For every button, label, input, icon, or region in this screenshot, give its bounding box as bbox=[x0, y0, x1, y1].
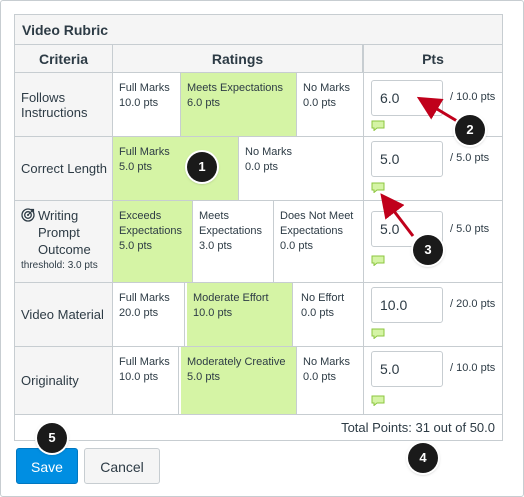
criteria-header: Criteria bbox=[15, 45, 113, 73]
rating-no-marks[interactable]: No Marks 0.0 pts bbox=[297, 73, 363, 136]
points-max: / 5.0 pts bbox=[450, 223, 490, 235]
rating-label: Meets Expectations bbox=[187, 82, 283, 94]
target-icon bbox=[21, 208, 35, 222]
rating-meets-expectations[interactable]: Meets Expectations 6.0 pts bbox=[181, 73, 297, 136]
header-row: Criteria Ratings Pts bbox=[15, 45, 502, 73]
rating-label: No Marks bbox=[245, 146, 293, 158]
rating-points: 20.0 pts bbox=[119, 307, 159, 319]
rating-label: No Marks bbox=[303, 356, 351, 368]
rating-points: 5.0 pts bbox=[187, 371, 221, 383]
rating-points: 0.0 pts bbox=[245, 161, 279, 173]
criteria-label: Follows Instructions bbox=[21, 89, 88, 120]
callout-badge-1: 1 bbox=[187, 152, 217, 182]
rating-label: Full Marks bbox=[119, 292, 170, 304]
rating-label: Full Marks bbox=[119, 82, 170, 94]
rating-points: 10.0 pts bbox=[193, 307, 233, 319]
rating-points: 3.0 pts bbox=[199, 240, 233, 252]
rating-no-marks[interactable]: No Marks 0.0 pts bbox=[239, 137, 363, 200]
comment-icon[interactable] bbox=[371, 182, 385, 193]
rating-no-effort[interactable]: No Effort 0.0 pts bbox=[295, 283, 363, 346]
points-max: / 5.0 pts bbox=[450, 152, 490, 164]
rating-points: 0.0 pts bbox=[303, 371, 337, 383]
rating-full-marks[interactable]: Full Marks 20.0 pts bbox=[113, 283, 185, 346]
rubric-row-originality: Originality Full Marks 10.0 pts Moderate… bbox=[15, 347, 502, 415]
rubric-title: Video Rubric bbox=[15, 15, 502, 45]
points-input[interactable]: 6.0 bbox=[371, 80, 443, 116]
criteria-label: Video Material bbox=[21, 307, 104, 322]
rating-does-not-meet-expectations[interactable]: Does Not Meet Expectations 0.0 pts bbox=[274, 201, 363, 282]
rating-label: No Marks bbox=[303, 82, 351, 94]
points-input[interactable]: 10.0 bbox=[371, 287, 443, 323]
rating-label: Full Marks bbox=[119, 146, 170, 158]
rating-label: Moderately Creative bbox=[187, 356, 286, 368]
threshold-label: threshold: 3.0 pts bbox=[21, 260, 98, 271]
rubric-row-video-material: Video Material Full Marks 20.0 pts Moder… bbox=[15, 283, 502, 347]
rating-label: Does Not Meet Expectations bbox=[280, 210, 354, 237]
points-input[interactable]: 5.0 bbox=[371, 351, 443, 387]
points-input[interactable]: 5.0 bbox=[371, 141, 443, 177]
criteria-cell: Writing Prompt Outcome threshold: 3.0 pt… bbox=[15, 201, 113, 282]
rating-label: Full Marks bbox=[119, 356, 170, 368]
rating-points: 10.0 pts bbox=[119, 97, 159, 109]
callout-badge-3: 3 bbox=[413, 235, 443, 265]
criteria-title-line: Writing Prompt Outcome bbox=[21, 207, 112, 258]
total-points: Total Points: 31 out of 50.0 bbox=[341, 420, 495, 435]
rating-points: 0.0 pts bbox=[280, 240, 314, 252]
rubric-table: Video Rubric Criteria Ratings Pts Follow… bbox=[14, 14, 503, 441]
criteria-cell: Originality bbox=[15, 347, 113, 414]
criteria-label: Originality bbox=[21, 373, 79, 388]
comment-icon[interactable] bbox=[371, 255, 385, 266]
rating-moderately-creative[interactable]: Moderately Creative 5.0 pts bbox=[181, 347, 297, 414]
points-max: / 10.0 pts bbox=[450, 91, 496, 103]
rating-points: 0.0 pts bbox=[301, 307, 335, 319]
criteria-cell: Video Material bbox=[15, 283, 113, 346]
rating-full-marks[interactable]: Full Marks 5.0 pts bbox=[113, 137, 239, 200]
pts-cell: 10.0 / 20.0 pts bbox=[363, 283, 502, 346]
criteria-cell: Correct Length bbox=[15, 137, 113, 200]
comment-icon[interactable] bbox=[371, 395, 385, 406]
save-button[interactable]: Save bbox=[16, 448, 78, 484]
rating-moderate-effort[interactable]: Moderate Effort 10.0 pts bbox=[187, 283, 293, 346]
pts-header: Pts bbox=[363, 45, 502, 73]
points-max: / 10.0 pts bbox=[450, 362, 496, 374]
criteria-label: Correct Length bbox=[21, 161, 107, 176]
criteria-cell: Follows Instructions bbox=[15, 73, 113, 136]
rating-exceeds-expectations[interactable]: Exceeds Expectations 5.0 pts bbox=[113, 201, 193, 282]
callout-badge-5: 5 bbox=[37, 423, 67, 453]
criteria-label: Writing Prompt Outcome bbox=[38, 208, 91, 257]
rating-label: Moderate Effort bbox=[193, 292, 269, 304]
rating-points: 0.0 pts bbox=[303, 97, 337, 109]
rating-meets-expectations[interactable]: Meets Expectations 3.0 pts bbox=[193, 201, 274, 282]
rubric-row-follows-instructions: Follows Instructions Full Marks 10.0 pts… bbox=[15, 73, 502, 137]
rating-points: 10.0 pts bbox=[119, 371, 159, 383]
callout-badge-4: 4 bbox=[408, 443, 438, 473]
rating-label: Meets Expectations bbox=[199, 210, 262, 237]
rubric-row-correct-length: Correct Length Full Marks 5.0 pts No Mar… bbox=[15, 137, 502, 201]
points-max: / 20.0 pts bbox=[450, 298, 496, 310]
comment-icon[interactable] bbox=[371, 328, 385, 339]
rating-points: 6.0 pts bbox=[187, 97, 221, 109]
rating-label: Exceeds Expectations bbox=[119, 210, 182, 237]
rating-label: No Effort bbox=[301, 292, 345, 304]
rating-full-marks[interactable]: Full Marks 10.0 pts bbox=[113, 73, 181, 136]
rating-points: 5.0 pts bbox=[119, 240, 153, 252]
cancel-button[interactable]: Cancel bbox=[84, 448, 160, 484]
callout-badge-2: 2 bbox=[455, 115, 485, 145]
ratings-header: Ratings bbox=[113, 45, 363, 73]
pts-cell: 5.0 / 10.0 pts bbox=[363, 347, 502, 414]
rating-full-marks[interactable]: Full Marks 10.0 pts bbox=[113, 347, 179, 414]
rating-no-marks[interactable]: No Marks 0.0 pts bbox=[297, 347, 363, 414]
pts-cell: 5.0 / 5.0 pts bbox=[363, 137, 502, 200]
comment-icon[interactable] bbox=[371, 120, 385, 131]
